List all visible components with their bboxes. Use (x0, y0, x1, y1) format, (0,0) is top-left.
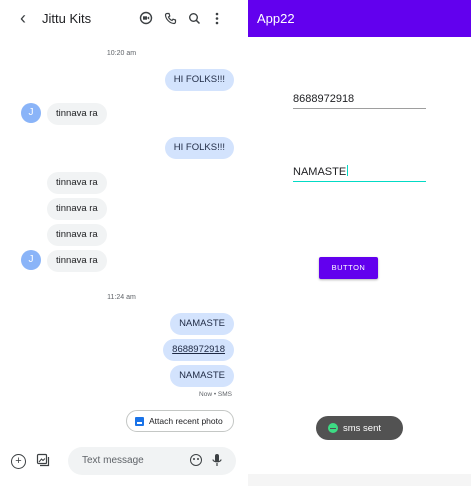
contact-name: Jittu Kits (42, 11, 92, 26)
message-composer: + Text message (0, 440, 243, 486)
messages-app: ‹ Jittu Kits 10:20 am HI FOLKS!!! J tinn… (0, 0, 243, 486)
more-vertical-icon[interactable] (207, 8, 227, 28)
message-status: Now • SMS (199, 391, 232, 398)
attach-chip-label: Attach recent photo (149, 416, 223, 426)
photo-icon (135, 416, 144, 426)
timestamp: 10:20 am (106, 50, 137, 57)
message-bubble-incoming[interactable]: tinnava ra (47, 198, 107, 220)
message-bubble-incoming[interactable]: tinnava ra (47, 250, 107, 272)
conversation-toolbar: ‹ Jittu Kits (0, 0, 243, 36)
message-input[interactable]: Text message (68, 447, 236, 475)
text-cursor (347, 165, 349, 176)
video-call-icon[interactable] (136, 8, 156, 28)
message-input-placeholder: Text message (82, 455, 144, 466)
app-bar: App22 (248, 0, 471, 37)
avatar[interactable]: J (21, 250, 41, 270)
timestamp: 11:24 am (107, 294, 136, 301)
message-field-value: NAMASTE (293, 166, 347, 178)
message-bubble-outgoing[interactable]: NAMASTE (170, 313, 234, 335)
message-bubble-incoming[interactable]: tinnava ra (47, 103, 107, 125)
message-bubble-incoming[interactable]: tinnava ra (47, 172, 107, 194)
send-button[interactable]: BUTTON (319, 257, 378, 279)
plus-icon[interactable]: + (11, 454, 26, 469)
system-nav-bar (248, 474, 471, 486)
phone-number-field[interactable]: 8688972918 (293, 93, 426, 109)
avatar[interactable]: J (21, 103, 41, 123)
attach-recent-photo-chip[interactable]: Attach recent photo (126, 410, 234, 432)
search-icon[interactable] (184, 8, 204, 28)
gallery-icon[interactable] (36, 453, 50, 467)
message-bubble-outgoing[interactable]: HI FOLKS!!! (164, 69, 234, 91)
phone-icon[interactable] (160, 8, 180, 28)
message-field[interactable]: NAMASTE (293, 165, 426, 182)
app-title: App22 (257, 11, 295, 26)
mic-icon[interactable] (211, 453, 223, 468)
message-bubble-outgoing[interactable]: HI FOLKS!!! (164, 137, 234, 159)
android-icon (328, 423, 338, 433)
message-bubble-outgoing-phone-link[interactable]: 8688972918 (163, 339, 234, 361)
message-bubble-outgoing[interactable]: NAMASTE (170, 365, 234, 387)
chevron-left-icon[interactable]: ‹ (20, 9, 26, 27)
app22-screen: App22 8688972918 NAMASTE BUTTON sms sent (248, 0, 471, 486)
toast-message: sms sent (316, 416, 403, 440)
screenshot-root: ‹ Jittu Kits 10:20 am HI FOLKS!!! J tinn… (0, 0, 471, 486)
phone-number-value: 8688972918 (293, 93, 355, 105)
message-bubble-incoming[interactable]: tinnava ra (47, 224, 107, 246)
emoji-icon[interactable] (190, 454, 202, 466)
toast-text: sms sent (343, 422, 382, 434)
